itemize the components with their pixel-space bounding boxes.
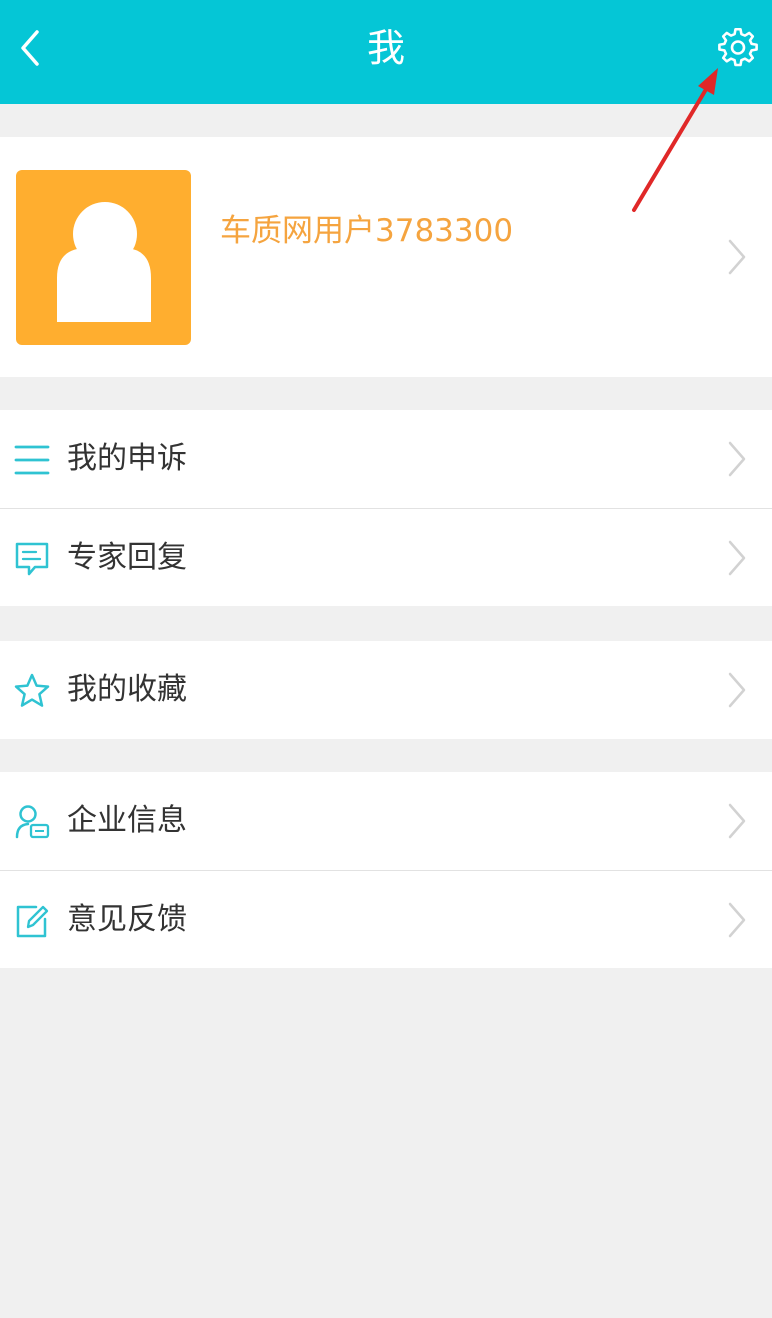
chevron-right-icon <box>728 441 746 477</box>
menu-label: 我的收藏 <box>67 672 187 707</box>
page-title: 我 <box>366 26 405 70</box>
menu-item-my-favorites[interactable]: 我的收藏 <box>0 641 772 739</box>
user-silhouette-icon <box>57 202 151 322</box>
menu-group-3: 企业信息 意见反馈 <box>0 772 772 968</box>
avatar <box>16 170 191 345</box>
menu-group-1: 我的申诉 专家回复 <box>0 410 772 606</box>
menu-label: 意见反馈 <box>67 902 187 937</box>
chevron-right-icon <box>728 239 746 275</box>
chevron-right-icon <box>728 672 746 708</box>
chat-message-icon <box>15 542 49 576</box>
profile-card[interactable]: 车质网用户3783300 <box>0 137 772 377</box>
menu-item-my-complaints[interactable]: 我的申诉 <box>0 410 772 508</box>
chevron-right-icon <box>728 803 746 839</box>
header-bar: 我 <box>0 0 772 104</box>
menu-item-feedback[interactable]: 意见反馈 <box>0 870 772 968</box>
user-card-icon <box>15 805 50 839</box>
menu-group-2: 我的收藏 <box>0 641 772 739</box>
list-icon <box>14 445 50 475</box>
chevron-right-icon <box>728 540 746 576</box>
settings-button[interactable] <box>714 24 762 72</box>
star-icon <box>14 673 50 707</box>
menu-label: 我的申诉 <box>67 441 187 476</box>
username: 车质网用户3783300 <box>220 213 514 249</box>
menu-label: 企业信息 <box>67 803 187 838</box>
gear-icon <box>718 28 758 67</box>
menu-label: 专家回复 <box>67 540 187 575</box>
chevron-right-icon <box>728 902 746 938</box>
menu-item-company-info[interactable]: 企业信息 <box>0 772 772 870</box>
menu-item-expert-replies[interactable]: 专家回复 <box>0 508 772 606</box>
edit-icon <box>16 905 49 938</box>
